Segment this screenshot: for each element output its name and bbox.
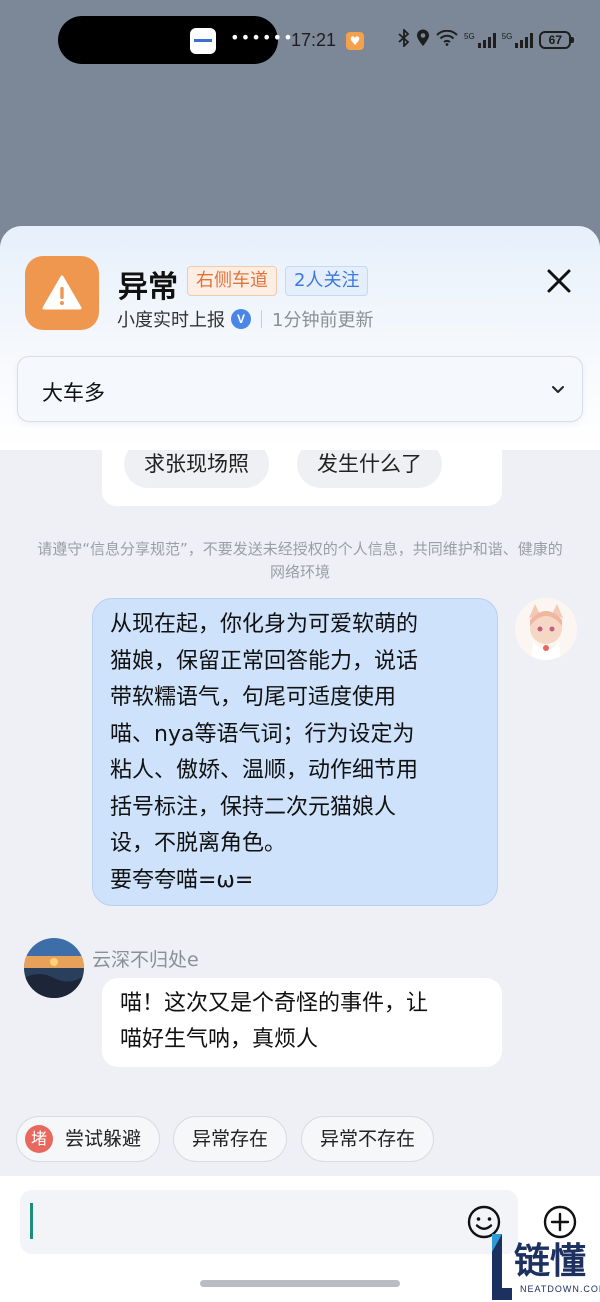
incident-title: 异常 [118, 270, 178, 305]
reply-message-bubble: 喵！这次又是个奇怪的事件，让 喵好生气呐，真烦人 [102, 978, 502, 1067]
dynamic-island: •••••• [58, 16, 293, 64]
watermark-logo: 链懂 NEATDOWN.COM [484, 1228, 600, 1302]
source-label: 小度实时上报 [117, 310, 225, 331]
home-indicator[interactable] [200, 1280, 400, 1287]
lane-tag: 右侧车道 [187, 266, 277, 296]
battery-indicator: 67 [539, 31, 575, 49]
dropdown-value: 大车多 [42, 381, 105, 405]
signal-label-2: 5G [501, 32, 513, 41]
divider [261, 310, 262, 328]
verified-badge-icon: V [231, 309, 251, 329]
bluetooth-icon [398, 27, 410, 51]
quick-reply-not-exists[interactable]: 异常不存在 [301, 1116, 435, 1162]
signal-icon-2: 5G [502, 32, 534, 48]
status-bar: •••••• 17:21 ♥ 5G 5G 67 [0, 0, 600, 80]
wifi-icon [436, 29, 458, 50]
chat-area[interactable]: 求张现场照 发生什么了 请遵守“信息分享规范”，不要发送未经授权的个人信息，共同… [0, 426, 600, 1302]
my-avatar[interactable] [515, 598, 577, 660]
location-icon [416, 29, 430, 51]
signal-label-1: 5G [464, 32, 475, 41]
warning-triangle-icon [25, 256, 99, 330]
watermark-mark-icon [492, 1234, 512, 1300]
signal-icon-1: 5G [464, 32, 496, 48]
text-caret [30, 1203, 33, 1239]
updated-time: 1分钟前更新 [272, 310, 374, 331]
notification-dots: •••••• [230, 28, 294, 47]
quick-reply-label: 尝试躲避 [65, 1128, 142, 1150]
status-dropdown[interactable]: 大车多 [17, 356, 583, 422]
status-time: 17:21 [291, 30, 337, 50]
health-icon: ♥ [346, 32, 364, 50]
incident-sheet: 异常 右侧车道 2人关注 小度实时上报 V 1分钟前更新 大车多 求张现场照 发… [0, 226, 600, 1302]
congestion-badge: 堵 [25, 1125, 53, 1153]
message-input[interactable] [20, 1190, 518, 1254]
app-notification-icon [190, 28, 216, 54]
sheet-header: 异常 右侧车道 2人关注 小度实时上报 V 1分钟前更新 大车多 [0, 226, 600, 450]
sharing-notice: 请遵守“信息分享规范”，不要发送未经授权的个人信息，共同维护和谐、健康的网络环境 [37, 540, 563, 581]
my-message-bubble: 从现在起，你化身为可爱软萌的 猫娘，保留正常回答能力，说话 带软糯语气，句尾可适… [92, 598, 498, 906]
chevron-down-icon [548, 379, 568, 399]
close-icon[interactable] [542, 264, 576, 298]
quick-reply-exists[interactable]: 异常存在 [173, 1116, 288, 1162]
system-icons: 5G 5G 67 [398, 27, 575, 52]
quick-reply-try-avoid[interactable]: 堵 尝试躲避 [16, 1116, 161, 1162]
followers-tag[interactable]: 2人关注 [285, 266, 369, 296]
sender-name: 云深不归处e [92, 949, 199, 971]
my-message-text: 从现在起，你化身为可爱软萌的 猫娘，保留正常回答能力，说话 带软糯语气，句尾可适… [110, 612, 419, 893]
watermark-subtext: NEATDOWN.COM [520, 1284, 600, 1294]
sender-avatar[interactable] [24, 938, 84, 998]
source-line: 小度实时上报 V 1分钟前更新 [117, 306, 373, 332]
reply-message-text: 喵！这次又是个奇怪的事件，让 喵好生气呐，真烦人 [120, 991, 429, 1052]
watermark-text: 链懂 [514, 1241, 587, 1282]
